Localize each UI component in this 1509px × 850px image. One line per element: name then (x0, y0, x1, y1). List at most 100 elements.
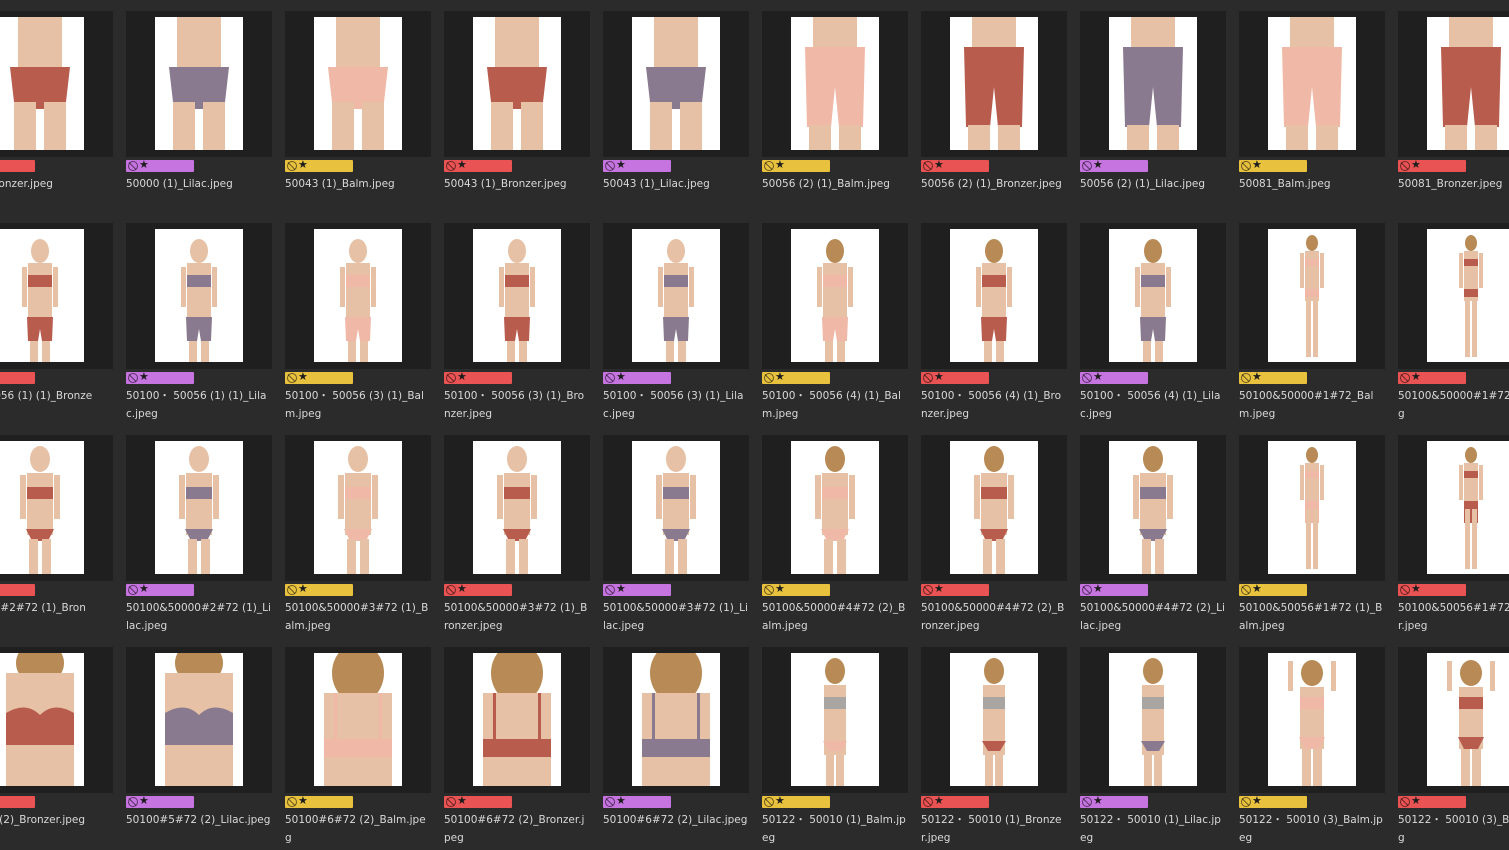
star-icon[interactable]: ★ (298, 158, 308, 172)
file-name-label[interactable]: 50122・ 50010 (1)_Lilac.jpeg (1080, 811, 1226, 847)
thumbnail-item[interactable]: ★ 50100&50056#1#72 (1)zer.jpeg (1398, 435, 1509, 635)
file-name-label[interactable]: 50100#6#72 (2)_Lilac.jpeg (603, 811, 749, 829)
thumbnail-item[interactable]: ★ 50043 (1)_Balm.jpeg (285, 11, 431, 211)
file-name-label[interactable]: 50081_Bronzer.jpeg (1398, 175, 1509, 193)
file-name-label[interactable]: 50122・ 50010 (1)_Bronzer.jpeg (921, 811, 1067, 847)
file-name-label[interactable]: 5#72 (2)_Bronzer.jpeg (0, 811, 113, 829)
file-name-label[interactable]: 50100・ 50056 (3) (1)_Bronzer.jpeg (444, 387, 590, 423)
file-name-label[interactable]: 50122・ 50010 (3)_Bro.jpeg (1398, 811, 1509, 847)
color-label-tag[interactable]: ★ (603, 582, 671, 596)
thumbnail-item[interactable]: ★ 50100#6#72 (2)_Bronzer.jpeg (444, 647, 590, 847)
color-label-tag[interactable]: ★ (126, 158, 194, 172)
thumbnail-frame[interactable] (126, 223, 272, 369)
product-image[interactable] (1427, 229, 1509, 362)
product-image[interactable] (632, 17, 720, 150)
thumbnail-item[interactable]: ★ (1)_Bronzer.jpeg (0, 11, 113, 211)
thumbnail-frame[interactable] (1239, 647, 1385, 793)
product-image[interactable] (950, 229, 1038, 362)
thumbnail-item[interactable]: ★ 50100#5#72 (2)_Lilac.jpeg (126, 647, 272, 847)
star-icon[interactable]: ★ (1411, 370, 1421, 384)
file-name-label[interactable]: ・ 50056 (1) (1)_Bronze (0, 387, 113, 405)
thumbnail-item[interactable]: ★ 50122・ 50010 (3)_Bro.jpeg (1398, 647, 1509, 847)
thumbnail-item[interactable]: ★ 50100&50056#1#72 (1)_Balm.jpeg (1239, 435, 1385, 635)
thumbnail-frame[interactable] (603, 223, 749, 369)
product-image[interactable] (950, 653, 1038, 786)
color-label-tag[interactable]: ★ (285, 794, 353, 808)
product-image[interactable] (1109, 441, 1197, 574)
product-image[interactable] (155, 17, 243, 150)
star-icon[interactable]: ★ (457, 794, 467, 808)
thumbnail-item[interactable]: ★ 50100・ 50056 (4) (1)_Lilac.jpeg (1080, 223, 1226, 423)
star-icon[interactable]: ★ (934, 794, 944, 808)
product-image[interactable] (1109, 653, 1197, 786)
thumbnail-item[interactable]: ★ 50000 (1)_Lilac.jpeg (126, 11, 272, 211)
product-image[interactable] (155, 229, 243, 362)
color-label-tag[interactable]: ★ (603, 794, 671, 808)
color-label-tag[interactable]: ★ (126, 794, 194, 808)
thumbnail-frame[interactable] (285, 223, 431, 369)
file-name-label[interactable]: 50100・ 50056 (3) (1)_Balm.jpeg (285, 387, 431, 423)
product-image[interactable] (473, 17, 561, 150)
thumbnail-frame[interactable] (285, 11, 431, 157)
thumbnail-item[interactable]: ★ 50056 (2) (1)_Lilac.jpeg (1080, 11, 1226, 211)
star-icon[interactable]: ★ (298, 582, 308, 596)
file-name-label[interactable]: 50100&50056#1#72 (1)_Balm.jpeg (1239, 599, 1385, 635)
thumbnail-item[interactable]: ★ 50100・ 50056 (3) (1)_Bronzer.jpeg (444, 223, 590, 423)
thumbnail-item[interactable]: ★ 50100&50000#1#72_Balm.jpeg (1239, 223, 1385, 423)
color-label-tag[interactable]: ★ (1080, 158, 1148, 172)
product-image[interactable] (791, 441, 879, 574)
product-image[interactable] (791, 229, 879, 362)
thumbnail-item[interactable]: ★ 50100&50000#3#72 (1)_Balm.jpeg (285, 435, 431, 635)
thumbnail-frame[interactable] (444, 223, 590, 369)
product-image[interactable] (473, 229, 561, 362)
star-icon[interactable]: ★ (775, 158, 785, 172)
product-image[interactable] (632, 653, 720, 786)
color-label-tag[interactable]: ★ (0, 372, 35, 384)
thumbnail-item[interactable]: ★ 50100&50000#4#72 (2)_Bronzer.jpeg (921, 435, 1067, 635)
star-icon[interactable]: ★ (139, 794, 149, 808)
star-icon[interactable]: ★ (934, 370, 944, 384)
thumbnail-frame[interactable] (0, 647, 113, 793)
thumbnail-frame[interactable] (1398, 435, 1509, 581)
thumbnail-item[interactable]: ★ 50100&50000#1#72_B.jpeg (1398, 223, 1509, 423)
color-label-tag[interactable]: ★ (1398, 158, 1466, 172)
file-name-label[interactable]: 50100・ 50056 (4) (1)_Balm.jpeg (762, 387, 908, 423)
star-icon[interactable]: ★ (616, 158, 626, 172)
product-image[interactable] (1268, 229, 1356, 362)
file-name-label[interactable]: 50122・ 50010 (1)_Balm.jpeg (762, 811, 908, 847)
product-image[interactable] (155, 653, 243, 786)
file-name-label[interactable]: 50043 (1)_Lilac.jpeg (603, 175, 749, 193)
color-label-tag[interactable]: ★ (1239, 582, 1307, 596)
star-icon[interactable]: ★ (298, 370, 308, 384)
thumbnail-frame[interactable] (1239, 11, 1385, 157)
star-icon[interactable]: ★ (139, 582, 149, 596)
thumbnail-item[interactable]: ★ 50100・ 50056 (3) (1)_Balm.jpeg (285, 223, 431, 423)
file-name-label[interactable]: 50100&50000#4#72 (2)_Lilac.jpeg (1080, 599, 1226, 635)
star-icon[interactable]: ★ (1411, 158, 1421, 172)
color-label-tag[interactable]: ★ (603, 158, 671, 172)
star-icon[interactable]: ★ (1252, 582, 1262, 596)
star-icon[interactable]: ★ (457, 158, 467, 172)
file-name-label[interactable]: 50100&50000#1#72_Balm.jpeg (1239, 387, 1385, 423)
thumbnail-frame[interactable] (1398, 647, 1509, 793)
color-label-tag[interactable]: ★ (444, 794, 512, 808)
product-image[interactable] (791, 17, 879, 150)
thumbnail-item[interactable]: ★ 50081_Balm.jpeg (1239, 11, 1385, 211)
thumbnail-frame[interactable] (126, 435, 272, 581)
thumbnail-item[interactable]: ★ 50100・ 50056 (3) (1)_Lilac.jpeg (603, 223, 749, 423)
product-image[interactable] (950, 441, 1038, 574)
file-name-label[interactable]: 50000#2#72 (1)_Bron (0, 599, 113, 617)
color-label-tag[interactable]: ★ (762, 370, 830, 384)
file-name-label[interactable]: 50100&50000#4#72 (2)_Bronzer.jpeg (921, 599, 1067, 635)
product-image[interactable] (1268, 653, 1356, 786)
product-image[interactable] (155, 441, 243, 574)
star-icon[interactable]: ★ (616, 794, 626, 808)
file-name-label[interactable]: 50100&50000#3#72 (1)_Bronzer.jpeg (444, 599, 590, 635)
color-label-tag[interactable]: ★ (0, 584, 35, 596)
product-image[interactable] (1109, 229, 1197, 362)
color-label-tag[interactable]: ★ (444, 158, 512, 172)
thumbnail-frame[interactable] (762, 435, 908, 581)
thumbnail-item[interactable]: ★ 50100#6#72 (2)_Balm.jpeg (285, 647, 431, 847)
star-icon[interactable]: ★ (934, 582, 944, 596)
star-icon[interactable]: ★ (775, 582, 785, 596)
